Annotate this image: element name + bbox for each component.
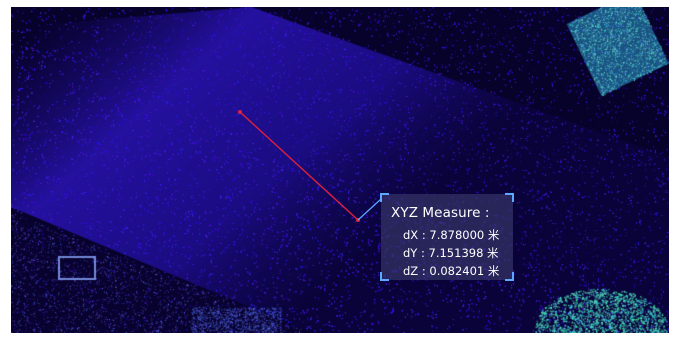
measure-value: 7.151398 bbox=[428, 246, 484, 260]
measure-label: dZ bbox=[403, 264, 419, 278]
measure-row-dz: dZ : 0.082401 米 bbox=[403, 264, 500, 278]
measure-unit: 米 bbox=[487, 228, 500, 242]
measure-title: XYZ Measure : bbox=[391, 205, 490, 221]
measure-label: dX bbox=[403, 228, 419, 242]
measure-label: dY bbox=[403, 246, 418, 260]
measure-row-dy: dY : 7.151398 米 bbox=[403, 246, 499, 260]
measure-value: 0.082401 bbox=[429, 264, 485, 278]
point-cloud-viewport[interactable]: XYZ Measure : dX : 7.878000 米 dY : 7.151… bbox=[11, 7, 669, 333]
measure-unit: 米 bbox=[487, 246, 499, 260]
panel-bracket-top-right bbox=[505, 193, 514, 202]
panel-bracket-bottom-right bbox=[505, 272, 514, 281]
measure-row-dx: dX : 7.878000 米 bbox=[403, 228, 500, 242]
panel-bracket-top-left bbox=[380, 193, 389, 202]
panel-bracket-bottom-left bbox=[380, 272, 389, 281]
measure-value: 7.878000 bbox=[429, 228, 485, 242]
measure-unit: 米 bbox=[487, 264, 500, 278]
xyz-measure-panel: XYZ Measure : dX : 7.878000 米 dY : 7.151… bbox=[380, 193, 514, 281]
point-cloud-render[interactable] bbox=[11, 7, 669, 333]
